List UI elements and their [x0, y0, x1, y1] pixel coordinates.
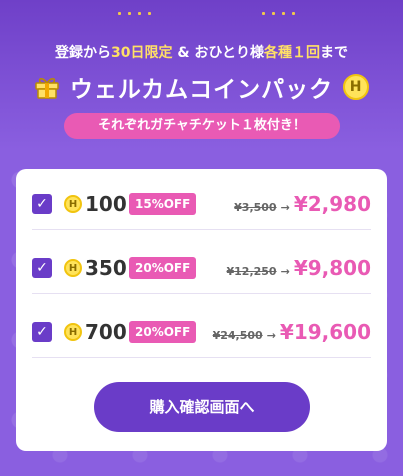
promo-conditions: 登録から30日限定 & おひとり様各種１回まで	[0, 42, 403, 62]
coin-quantity: 350	[85, 256, 127, 280]
pack-title: ウェルカムコインパック H	[0, 70, 403, 104]
coin-icon: H	[343, 74, 370, 100]
promo-header: 登録から30日限定 & おひとり様各種１回まで ウェルカムコインパック H それ…	[0, 0, 403, 150]
conditions-text: & おひとり様	[172, 45, 265, 61]
original-price: ¥12,250	[226, 265, 277, 278]
pack-row-100[interactable]: ✓ H 100 15%OFF ¥3,500 → ¥2,980	[32, 179, 371, 230]
discount-badge: 20%OFF	[129, 257, 197, 279]
price-group: ¥24,500 → ¥19,600	[213, 320, 371, 344]
purchase-confirm-button[interactable]: 購入確認画面へ	[94, 382, 310, 432]
coin-quantity: 700	[85, 320, 127, 344]
arrow-icon: →	[280, 201, 290, 214]
conditions-highlight: 30日限定	[110, 45, 173, 61]
sale-price: ¥19,600	[279, 320, 371, 344]
coin-icon: H	[64, 259, 82, 277]
sale-price: ¥9,800	[293, 256, 371, 280]
pack-title-text: ウェルカムコインパック	[69, 77, 334, 103]
coin-icon: H	[64, 323, 82, 341]
decor-dots	[118, 12, 151, 15]
arrow-icon: →	[280, 265, 290, 278]
conditions-highlight: 各種１回	[264, 45, 321, 61]
coin-icon: H	[64, 195, 82, 213]
discount-badge: 15%OFF	[129, 193, 197, 215]
original-price: ¥3,500	[234, 201, 277, 214]
original-price: ¥24,500	[212, 329, 263, 342]
decor-dots	[262, 12, 295, 15]
bonus-pill: それぞれガチャチケット１枚付き！	[64, 113, 340, 139]
gift-icon	[35, 78, 59, 99]
sale-price: ¥2,980	[293, 192, 371, 216]
pack-row-350[interactable]: ✓ H 350 20%OFF ¥12,250 → ¥9,800	[32, 243, 371, 294]
coin-quantity: 100	[85, 192, 127, 216]
pack-row-700[interactable]: ✓ H 700 20%OFF ¥24,500 → ¥19,600	[32, 307, 371, 358]
conditions-text: 登録から	[54, 45, 111, 61]
price-group: ¥12,250 → ¥9,800	[226, 256, 371, 280]
conditions-text: まで	[320, 45, 349, 61]
arrow-icon: →	[266, 329, 276, 342]
checkbox[interactable]: ✓	[32, 322, 52, 342]
checkbox[interactable]: ✓	[32, 258, 52, 278]
checkbox[interactable]: ✓	[32, 194, 52, 214]
discount-badge: 20%OFF	[129, 321, 197, 343]
pack-card: ✓ H 100 15%OFF ¥3,500 → ¥2,980 ✓ H 350 2…	[16, 169, 387, 451]
price-group: ¥3,500 → ¥2,980	[234, 192, 371, 216]
